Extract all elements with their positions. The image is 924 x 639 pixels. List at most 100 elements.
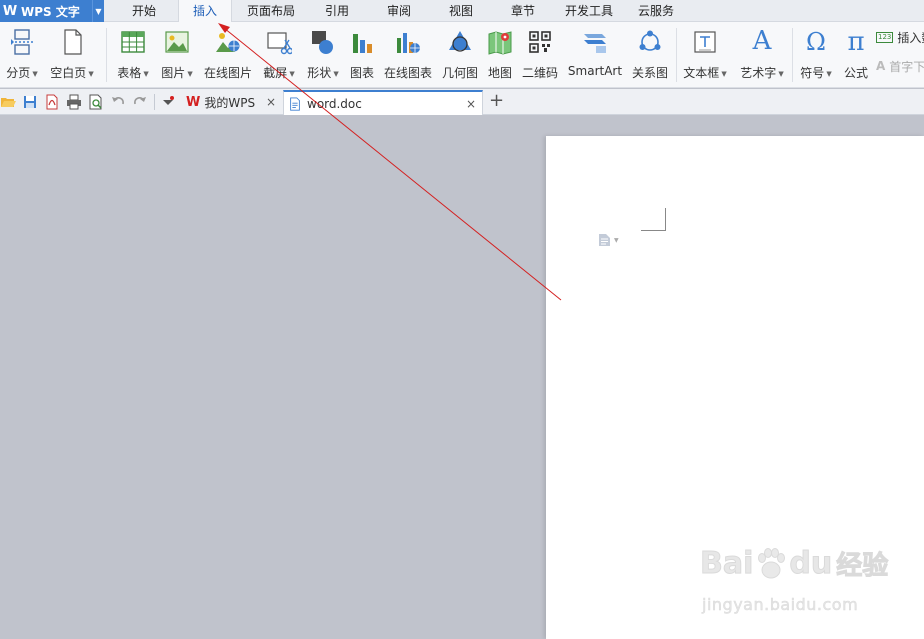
drop-cap-button[interactable]: A 首字下 (876, 57, 924, 75)
textbox-button[interactable]: 文本框 ▼ (680, 26, 730, 82)
chevron-down-icon: ▼ (187, 70, 193, 78)
blank-page-icon (64, 29, 82, 55)
table-button[interactable]: 表格 ▼ (114, 26, 152, 82)
watermark-brand-suffix: du (789, 546, 833, 582)
chevron-down-icon: ▼ (143, 70, 149, 78)
tab-home[interactable]: 开始 (118, 0, 170, 22)
wordart-label: 艺术字 (740, 66, 777, 80)
ribbon-divider (106, 28, 107, 82)
tab-review[interactable]: 审阅 (374, 0, 424, 22)
customize-quick-access-icon[interactable] (160, 94, 176, 110)
qrcode-button[interactable]: 二维码 (520, 26, 560, 82)
undo-icon[interactable] (110, 94, 126, 110)
tab-insert[interactable]: 插入 (178, 0, 232, 23)
qrcode-label: 二维码 (521, 66, 558, 80)
scissors-icon (267, 32, 292, 55)
smartart-button[interactable]: SmartArt (566, 26, 624, 82)
relation-chart-button[interactable]: 关系图 (628, 26, 672, 82)
print-icon[interactable] (66, 94, 82, 110)
tab-view[interactable]: 视图 (436, 0, 486, 22)
blank-page-button[interactable]: 空白页 ▼ (48, 26, 96, 82)
map-button[interactable]: 地图 (484, 26, 516, 82)
ribbon-divider (676, 28, 677, 82)
pi-icon: π (847, 27, 865, 57)
geometry-icon (449, 31, 471, 52)
tab-references[interactable]: 引用 (312, 0, 362, 22)
geometry-label: 几何图 (441, 66, 478, 80)
baidu-watermark: Bai du 经验 jingyan.baidu.com (699, 545, 900, 625)
app-menu-button[interactable]: W WPS 文字 ▼ (0, 0, 104, 22)
page-break-label: 分页 (6, 66, 31, 80)
redo-icon[interactable] (132, 94, 148, 110)
export-pdf-icon[interactable] (44, 94, 60, 110)
online-picture-button[interactable]: 在线图片 (202, 26, 254, 82)
page-break-button[interactable]: 分页 ▼ (4, 26, 40, 82)
drop-cap-icon: A (876, 59, 886, 73)
table-label: 表格 (117, 66, 142, 80)
insert-number-button[interactable]: 123 插入数 (876, 28, 924, 46)
picture-label: 图片 (161, 66, 186, 80)
chevron-down-icon[interactable]: ▼ (92, 0, 104, 22)
wps-logo-icon: W (186, 95, 201, 110)
relation-chart-label: 关系图 (631, 66, 668, 80)
quick-access-divider (154, 94, 155, 110)
symbol-button[interactable]: Ω 符号 ▼ (796, 26, 836, 82)
formula-label: 公式 (843, 66, 868, 80)
online-chart-button[interactable]: 在线图表 (382, 26, 434, 82)
close-icon[interactable]: × (266, 95, 276, 109)
wordart-icon: A (752, 26, 772, 56)
picture-icon (165, 31, 189, 53)
tab-cloud[interactable]: 云服务 (630, 0, 682, 22)
chevron-down-icon: ▼ (614, 236, 619, 244)
document-icon (290, 96, 300, 111)
new-tab-button[interactable]: + (489, 91, 504, 111)
geometry-button[interactable]: 几何图 (440, 26, 480, 82)
page-break-icon (11, 29, 33, 55)
insert-number-label: 插入数 (897, 30, 924, 45)
tab-word-doc[interactable]: word.doc × (283, 90, 483, 115)
tab-section[interactable]: 章节 (498, 0, 548, 22)
tab-page-layout[interactable]: 页面布局 (240, 0, 302, 22)
table-icon (121, 31, 145, 53)
shapes-icon (312, 31, 333, 54)
page-margin-marker (641, 208, 666, 231)
shapes-button[interactable]: 形状 ▼ (304, 26, 342, 82)
paragraph-layout-button[interactable]: ▼ (598, 233, 619, 247)
bar-chart-icon (353, 34, 372, 53)
textbox-label: 文本框 (683, 66, 720, 80)
close-icon[interactable]: × (466, 97, 476, 111)
chart-button[interactable]: 图表 (346, 26, 378, 82)
number-badge-icon: 123 (876, 31, 894, 43)
symbol-label: 符号 (800, 66, 825, 80)
watermark-brand-cn: 经验 (836, 551, 889, 582)
insert-ribbon: 分页 ▼ 空白页 ▼ 表格 ▼ 图片 ▼ 在线图片 截屏 ▼ 形状 ▼ 图表 在线图表 (0, 22, 924, 88)
formula-button[interactable]: π 公式 (840, 26, 872, 82)
online-picture-icon (216, 33, 240, 52)
screenshot-label: 截屏 (263, 66, 288, 80)
wordart-button[interactable]: A 艺术字 ▼ (736, 26, 788, 82)
print-preview-icon[interactable] (88, 94, 104, 110)
tab-my-wps-label: 我的WPS (204, 96, 256, 110)
chevron-down-icon: ▼ (88, 70, 94, 78)
ribbon-divider (792, 28, 793, 82)
chevron-down-icon: ▼ (778, 70, 784, 78)
save-icon[interactable] (22, 94, 38, 110)
online-chart-label: 在线图表 (383, 66, 432, 80)
online-chart-icon (397, 33, 420, 53)
wps-logo-icon: W (2, 3, 18, 19)
smartart-icon (584, 34, 606, 53)
tab-developer[interactable]: 开发工具 (558, 0, 620, 22)
drop-cap-label: 首字下 (889, 59, 924, 74)
omega-icon: Ω (806, 28, 826, 56)
open-folder-icon[interactable] (0, 94, 16, 110)
online-picture-label: 在线图片 (203, 66, 252, 80)
smartart-label: SmartArt (567, 64, 623, 78)
quick-access-bar: W 我的WPS × word.doc × + (0, 89, 924, 115)
blank-page-label: 空白页 (50, 66, 87, 80)
paragraph-icon (599, 234, 610, 246)
tab-my-wps[interactable]: W 我的WPS × (182, 90, 282, 115)
chevron-down-icon: ▼ (826, 70, 832, 78)
watermark-url: jingyan.baidu.com (702, 595, 859, 615)
picture-button[interactable]: 图片 ▼ (158, 26, 196, 82)
screenshot-button[interactable]: 截屏 ▼ (260, 26, 298, 82)
